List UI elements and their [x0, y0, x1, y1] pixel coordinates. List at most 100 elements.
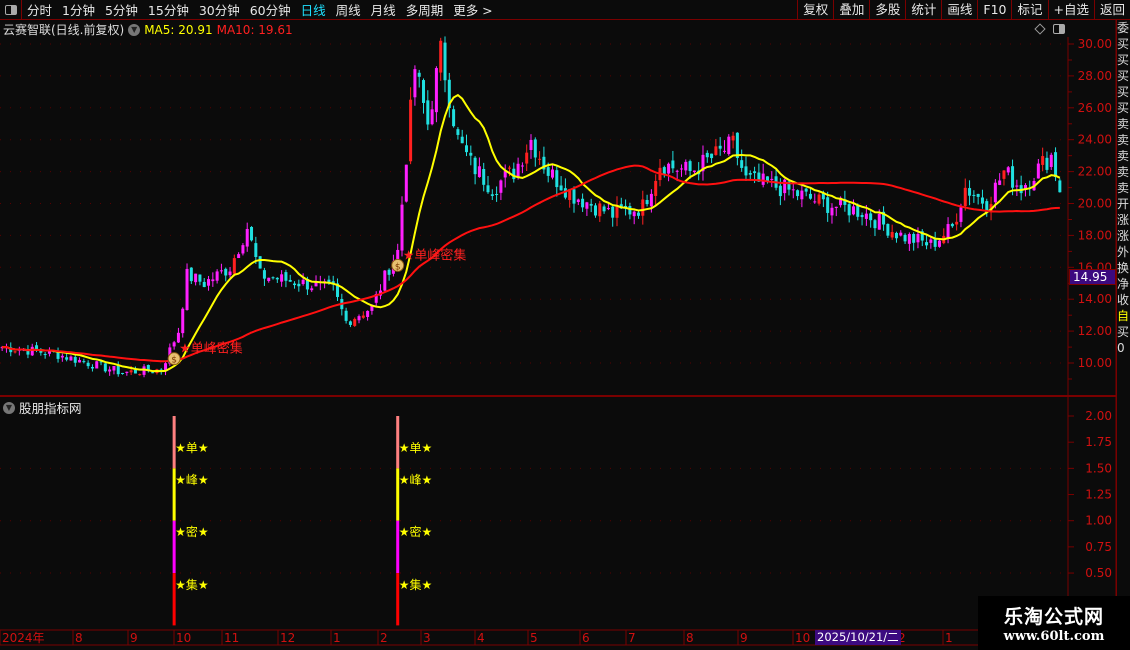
indicator-title: 股朋指标网: [19, 401, 82, 416]
strip-item: 委: [1117, 21, 1130, 35]
candle-body: [710, 153, 714, 159]
signal-label: ★单峰密集: [179, 341, 243, 357]
candle-body: [912, 233, 916, 243]
kline-chart[interactable]: 30.0028.0026.0024.0022.0020.0018.0016.00…: [0, 0, 1130, 650]
candle-body: [280, 274, 284, 282]
strip-item: 买: [1117, 325, 1130, 339]
candle-body: [817, 194, 821, 204]
candle-body: [550, 169, 555, 178]
date-label: 10: [795, 631, 810, 645]
candle-body: [705, 152, 709, 158]
candle-body: [258, 256, 262, 269]
candle-body: [929, 239, 933, 243]
candle-body: [499, 180, 503, 193]
candle-body: [692, 170, 696, 173]
candle-body: [963, 187, 967, 207]
candle-body: [576, 199, 580, 203]
candle-body: [808, 193, 812, 199]
candle-body: [422, 80, 426, 103]
candle-body: [641, 199, 645, 216]
chevron-down-icon[interactable]: ▼: [3, 401, 15, 414]
candle-body: [452, 109, 456, 127]
candle-body: [344, 310, 348, 321]
strip-item: 外: [1117, 245, 1130, 259]
candle-body: [860, 214, 864, 218]
candle-body: [473, 157, 477, 175]
candle-body: [245, 228, 249, 247]
price-tick-label: 28.00: [1078, 69, 1112, 83]
candle-body: [1058, 180, 1062, 193]
indicator-label: ★单★: [399, 441, 433, 455]
candle-body: [181, 308, 185, 334]
date-label: 9: [740, 631, 748, 645]
candle-body: [284, 272, 288, 281]
candle-body: [667, 163, 671, 174]
candle-body: [972, 194, 976, 196]
candle-body: [288, 279, 292, 282]
strip-item: 买: [1117, 53, 1130, 67]
candle-body: [688, 161, 692, 172]
candle-body: [56, 352, 60, 359]
strip-item: 0: [1117, 341, 1125, 355]
strip-item: 买: [1117, 37, 1130, 51]
candle-body: [916, 233, 920, 243]
candle-body: [460, 136, 464, 144]
watermark-url: www.60lt.com: [1003, 629, 1105, 644]
candle-body: [538, 158, 542, 160]
candle-body: [826, 197, 830, 213]
date-label: 3: [423, 631, 431, 645]
candle-body: [684, 161, 688, 171]
candle-body: [593, 205, 597, 216]
price-tick-label: 14.00: [1078, 292, 1112, 306]
candle-body: [555, 170, 559, 188]
candle-body: [211, 279, 215, 282]
price-tick-label: 30.00: [1078, 37, 1112, 51]
candle-body: [998, 180, 1002, 185]
candle-body: [675, 170, 679, 172]
candle-body: [606, 208, 610, 210]
strip-item: 卖: [1117, 165, 1130, 179]
candle-body: [770, 178, 774, 180]
price-tick-label: 12.00: [1078, 324, 1112, 338]
candle-body: [1045, 157, 1049, 170]
candle-body: [112, 366, 116, 371]
candle-body: [434, 68, 438, 113]
candle-body: [486, 185, 490, 193]
candle-body: [228, 271, 232, 276]
strip-item: 涨: [1117, 229, 1130, 243]
strip-item: 卖: [1117, 181, 1130, 195]
candle-body: [907, 234, 911, 244]
candle-body: [237, 254, 241, 259]
price-tick-label: 24.00: [1078, 133, 1112, 147]
candle-body: [546, 167, 550, 176]
date-label: 1: [945, 631, 953, 645]
indicator-label: ★单★: [175, 441, 209, 455]
candle-body: [490, 194, 494, 196]
candle-body: [477, 166, 481, 178]
candle-body: [1015, 185, 1019, 187]
candle-body: [796, 190, 800, 197]
candle-body: [645, 200, 649, 205]
candle-body: [679, 168, 683, 170]
candle-body: [877, 213, 881, 230]
candle-body: [507, 167, 512, 169]
candle-body: [361, 315, 365, 318]
candle-body: [925, 242, 929, 246]
date-label: 8: [686, 631, 694, 645]
candle-body: [95, 361, 99, 369]
candle-body: [215, 271, 219, 281]
money-bag-symbol: $: [171, 356, 177, 366]
candle-body: [254, 243, 258, 258]
side-info-strip[interactable]: 委买买买买买卖卖卖卖卖开涨涨外换净收自买0: [1116, 20, 1130, 630]
candle-body: [151, 372, 155, 374]
candle-body: [727, 136, 731, 155]
indicator-label: ★峰★: [175, 473, 209, 487]
candle-body: [946, 224, 950, 238]
indicator-label: ★密★: [175, 524, 209, 539]
date-label: 7: [628, 631, 636, 645]
candle-body: [430, 109, 434, 125]
candle-body: [465, 145, 469, 153]
candle-body: [198, 274, 202, 282]
candle-body: [890, 232, 894, 238]
candle-body: [950, 223, 954, 227]
